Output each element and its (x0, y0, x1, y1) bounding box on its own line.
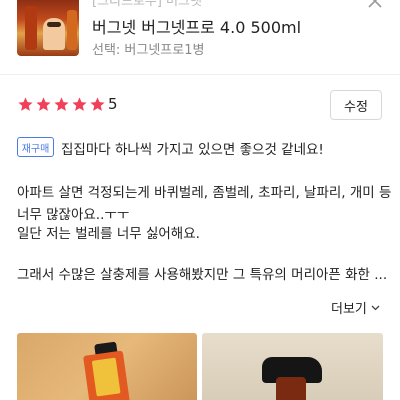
product-name: 버그넷 버그넷프로 4.0 500ml (92, 18, 302, 37)
product-thumbnail[interactable] (17, 0, 79, 56)
review-photo-1[interactable] (17, 333, 197, 400)
close-icon[interactable] (366, 0, 384, 10)
star-icon (36, 97, 51, 111)
review-line-4: 일단 저는 벌레를 너무 싫어해요. (17, 226, 200, 242)
photo-bottle (83, 350, 131, 400)
chevron-down-icon (371, 305, 380, 311)
brand-line: [그리드로우] 버그넷 (92, 0, 202, 9)
edit-button[interactable]: 수정 (330, 90, 382, 120)
star-icon (90, 97, 105, 111)
more-button[interactable]: 더보기 (331, 298, 381, 317)
divider (0, 74, 400, 75)
photo-bottle-neck (276, 377, 306, 400)
more-label: 더보기 (331, 302, 367, 317)
star-icon (18, 97, 33, 111)
review-line-3: 너무 많잖아요..ㅜㅜ (17, 207, 130, 223)
rating-value: 5 (108, 95, 118, 113)
review-line-5: 그래서 수많은 살충제를 사용해봤지만 그 특유의 머리아픈 화한 ... (17, 267, 388, 283)
review-line-2: 아파트 살면 걱정되는게 바퀴벌레, 좀벌레, 초파리, 날파리, 개미 등 (17, 185, 392, 201)
thumb-bottle-2 (67, 10, 77, 50)
review-line-1: 집집마다 하나씩 가지고 있으면 좋으것 같네요! (61, 142, 324, 158)
option-text: 선택: 버그넷프로1병 (92, 43, 205, 58)
star-icon (72, 97, 87, 111)
star-icon (54, 97, 69, 111)
review-photo-2[interactable] (202, 333, 383, 400)
thumb-person (43, 18, 65, 50)
star-rating (17, 96, 106, 113)
rebuy-badge: 재구매 (17, 137, 54, 157)
thumb-bottle (25, 6, 37, 50)
product-header: [그리드로우] 버그넷 버그넷 버그넷프로 4.0 500ml 선택: 버그넷프… (0, 0, 400, 80)
